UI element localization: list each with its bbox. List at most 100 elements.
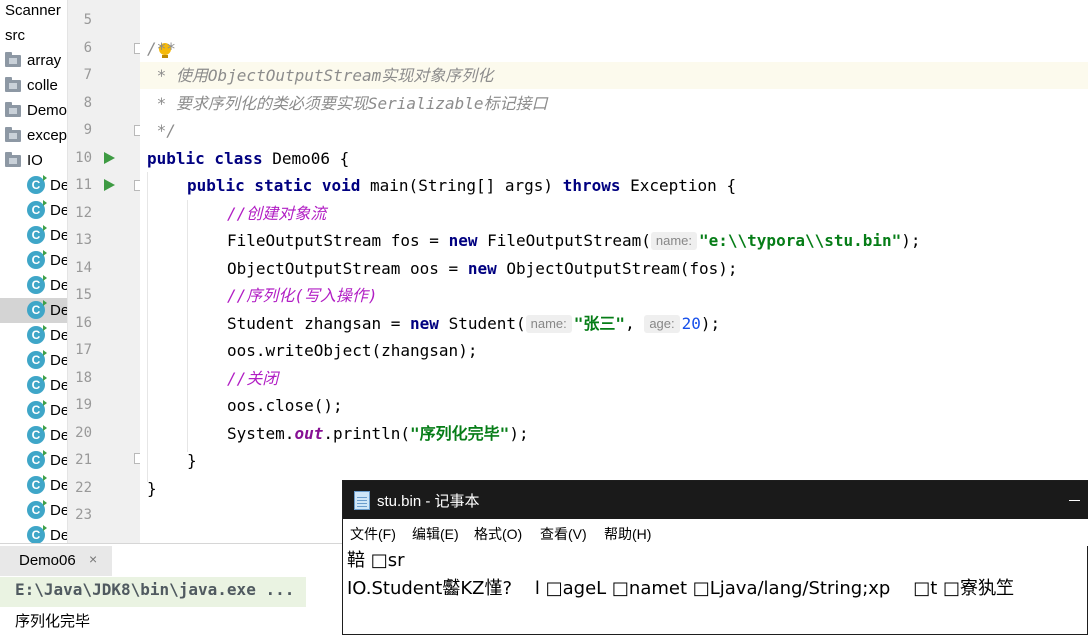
tree-item-label: Demo [27, 102, 68, 119]
code-text: ); [509, 424, 529, 443]
string-literal: "序列化完毕" [410, 424, 510, 443]
parameter-hint: age: [644, 315, 680, 333]
run-main-icon[interactable] [104, 179, 115, 191]
close-icon[interactable]: × [89, 551, 97, 567]
keyword: new [467, 259, 497, 278]
java-class-icon: C [27, 250, 47, 269]
tree-item-class[interactable]: C De [0, 248, 67, 273]
folder-icon [5, 77, 21, 92]
notepad-title: stu.bin - 记事本 [377, 493, 480, 510]
tree-item-demo[interactable]: Demo [0, 98, 68, 123]
java-class-icon: C [27, 200, 47, 219]
editor-gutter: 5 6 7 8 9 10 11 12 13 14 15 16 17 18 19 … [68, 0, 140, 543]
notepad-text-line: 鞛 □sr [347, 550, 405, 571]
code-line-14: ObjectOutputStream oos = new ObjectOutpu… [227, 255, 738, 282]
code-editor[interactable]: /** * 使用ObjectOutputStream实现对象序列化 * 要求序列… [140, 0, 1088, 543]
run-command-line[interactable]: E:\Java\JDK8\bin\java.exe ... [15, 580, 294, 599]
tree-item-io[interactable]: IO [0, 148, 67, 173]
parameter-hint: name: [650, 232, 697, 250]
string-literal: "张三" [573, 314, 626, 333]
run-tab[interactable]: Demo06 × [0, 546, 112, 576]
tree-item-class[interactable]: C De [0, 348, 67, 373]
doc-comment: */ [147, 121, 176, 140]
tree-item-class[interactable]: C De [0, 173, 68, 198]
java-class-icon: C [27, 475, 47, 494]
line-number: 22 [75, 480, 92, 496]
doc-comment: * 使用ObjectOutputStream实现对象序列化 [147, 66, 494, 85]
doc-comment: * 要求序列化的类必须要实现Serializable标记接口 [147, 94, 548, 113]
keyword: new [448, 231, 478, 250]
menu-file[interactable]: 文件(F) [350, 524, 396, 544]
code-line-9: */ [147, 117, 176, 144]
tree-item-exception[interactable]: excep [0, 123, 68, 148]
notepad-titlebar[interactable]: stu.bin - 记事本 [343, 481, 1088, 519]
tree-item-class[interactable]: C De [0, 198, 67, 223]
tree-item-class[interactable]: C De [0, 323, 67, 348]
code-text: ObjectOutputStream(fos); [496, 259, 738, 278]
notepad-text-area[interactable]: 鞛 □sr IO.Student齾KZ慬? l □ageL □namet □Lja… [347, 547, 1085, 603]
notepad-window: stu.bin - 记事本 文件(F) 编辑(E) 格式(O) 查看(V) 帮助… [342, 480, 1088, 635]
tree-item-label: De [50, 377, 68, 394]
java-class-icon: C [27, 225, 47, 244]
java-class-icon: C [27, 275, 47, 294]
indent-guide [187, 200, 188, 452]
string-literal: "e:\\typora\\stu.bin" [699, 231, 902, 250]
java-class-icon: C [27, 500, 47, 519]
code-text: oos.writeObject(zhangsan); [227, 341, 478, 360]
tree-item-class[interactable]: C De [0, 223, 67, 248]
code-text: oos.close(); [227, 396, 343, 415]
tree-item-collection[interactable]: colle [0, 73, 67, 98]
line-number: 20 [75, 425, 92, 441]
line-number: 12 [75, 205, 92, 221]
tree-item-array[interactable]: array [0, 48, 67, 73]
tree-item-label: De [50, 177, 68, 194]
code-line-17: oos.writeObject(zhangsan); [227, 337, 477, 364]
tree-item-class[interactable]: C De [0, 273, 68, 298]
code-line-11: public static void main(String[] args) t… [187, 172, 736, 199]
folder-icon [5, 127, 21, 142]
tree-item-label: De [50, 477, 68, 494]
tree-item-label: array [27, 52, 62, 69]
line-number: 23 [75, 507, 92, 523]
line-number: 21 [75, 452, 92, 468]
notepad-menubar: 文件(F) 编辑(E) 格式(O) 查看(V) 帮助(H) [343, 519, 1088, 546]
tree-item-label: De [50, 527, 68, 543]
tree-item-label: src [5, 27, 25, 44]
tree-item-class-selected[interactable]: C De [0, 298, 67, 323]
menu-view[interactable]: 查看(V) [540, 524, 587, 544]
code-line-15: //序列化(写入操作) [227, 282, 378, 309]
java-class-icon: C [27, 375, 47, 394]
tree-item-class[interactable]: C De [0, 523, 68, 543]
code-line-7: * 使用ObjectOutputStream实现对象序列化 [147, 62, 494, 89]
line-number: 13 [75, 232, 92, 248]
line-number: 9 [83, 122, 92, 138]
run-class-icon[interactable] [104, 152, 115, 164]
line-comment: //创建对象流 [227, 204, 327, 223]
indent-guide [147, 172, 148, 482]
code-text: ); [700, 314, 721, 333]
tree-item-scanner[interactable]: Scanner [0, 0, 67, 23]
tree-item-class[interactable]: C De [0, 373, 68, 398]
code-line-16: Student zhangsan = new Student(name: "张三"… [227, 310, 720, 337]
tree-item-class[interactable]: C De [0, 423, 68, 448]
tree-item-class[interactable]: C De [0, 398, 67, 423]
tree-item-label: De [50, 277, 68, 294]
doc-comment: /** [147, 39, 176, 58]
line-number: 14 [75, 260, 92, 276]
tree-item-class[interactable]: C De [0, 448, 67, 473]
java-class-icon: C [27, 325, 47, 344]
minimize-icon[interactable] [1059, 487, 1087, 513]
tree-item-label: excep [27, 127, 68, 144]
tree-item-label: De [50, 427, 68, 444]
tree-item-class[interactable]: C De [0, 473, 68, 498]
menu-help[interactable]: 帮助(H) [604, 524, 651, 544]
code-line-10: public class Demo06 { [147, 145, 349, 172]
tree-item-class[interactable]: C De [0, 498, 67, 523]
tree-item-label: colle [27, 77, 58, 94]
folder-icon [5, 152, 21, 167]
menu-edit[interactable]: 编辑(E) [412, 524, 459, 544]
line-number: 15 [75, 287, 92, 303]
menu-format[interactable]: 格式(O) [474, 524, 522, 544]
tree-item-src[interactable]: src [0, 23, 67, 48]
line-comment: //序列化(写入操作) [227, 286, 378, 305]
